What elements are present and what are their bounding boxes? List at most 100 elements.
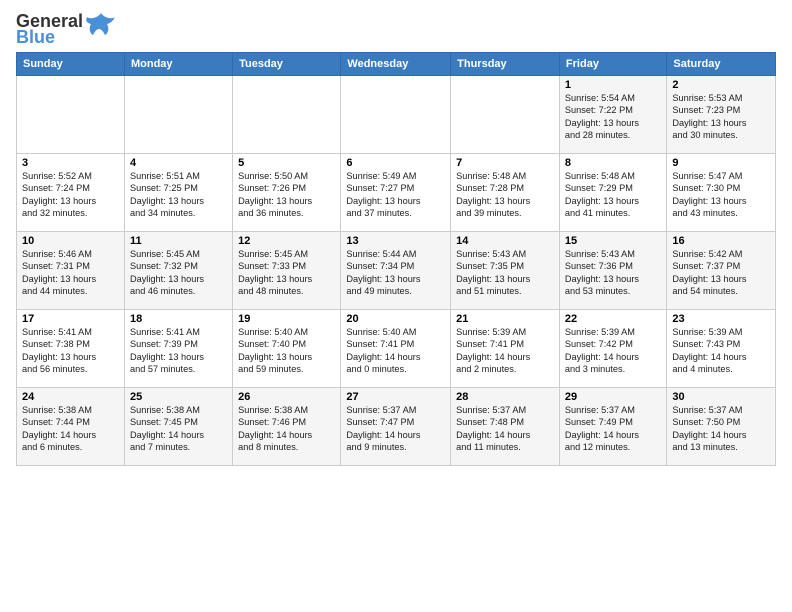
day-number: 21	[456, 313, 554, 325]
day-number: 4	[130, 157, 227, 169]
day-detail: Sunrise: 5:37 AM Sunset: 7:47 PM Dayligh…	[346, 404, 445, 454]
calendar-cell: 27Sunrise: 5:37 AM Sunset: 7:47 PM Dayli…	[341, 388, 451, 466]
calendar-cell: 18Sunrise: 5:41 AM Sunset: 7:39 PM Dayli…	[124, 310, 232, 388]
day-number: 28	[456, 391, 554, 403]
day-detail: Sunrise: 5:40 AM Sunset: 7:41 PM Dayligh…	[346, 326, 445, 376]
day-number: 8	[565, 157, 661, 169]
day-detail: Sunrise: 5:49 AM Sunset: 7:27 PM Dayligh…	[346, 170, 445, 220]
day-number: 29	[565, 391, 661, 403]
calendar-cell: 30Sunrise: 5:37 AM Sunset: 7:50 PM Dayli…	[667, 388, 776, 466]
calendar-cell: 8Sunrise: 5:48 AM Sunset: 7:29 PM Daylig…	[559, 154, 666, 232]
calendar-week-1: 1Sunrise: 5:54 AM Sunset: 7:22 PM Daylig…	[17, 76, 776, 154]
weekday-header-thursday: Thursday	[451, 53, 560, 76]
day-number: 17	[22, 313, 119, 325]
day-detail: Sunrise: 5:44 AM Sunset: 7:34 PM Dayligh…	[346, 248, 445, 298]
day-detail: Sunrise: 5:40 AM Sunset: 7:40 PM Dayligh…	[238, 326, 335, 376]
day-number: 13	[346, 235, 445, 247]
calendar-cell	[451, 76, 560, 154]
day-detail: Sunrise: 5:39 AM Sunset: 7:42 PM Dayligh…	[565, 326, 661, 376]
day-number: 15	[565, 235, 661, 247]
day-detail: Sunrise: 5:52 AM Sunset: 7:24 PM Dayligh…	[22, 170, 119, 220]
day-detail: Sunrise: 5:54 AM Sunset: 7:22 PM Dayligh…	[565, 92, 661, 142]
calendar-cell: 9Sunrise: 5:47 AM Sunset: 7:30 PM Daylig…	[667, 154, 776, 232]
day-detail: Sunrise: 5:41 AM Sunset: 7:39 PM Dayligh…	[130, 326, 227, 376]
day-detail: Sunrise: 5:38 AM Sunset: 7:46 PM Dayligh…	[238, 404, 335, 454]
day-number: 1	[565, 79, 661, 91]
calendar-cell: 2Sunrise: 5:53 AM Sunset: 7:23 PM Daylig…	[667, 76, 776, 154]
day-number: 7	[456, 157, 554, 169]
day-number: 25	[130, 391, 227, 403]
day-detail: Sunrise: 5:46 AM Sunset: 7:31 PM Dayligh…	[22, 248, 119, 298]
day-number: 22	[565, 313, 661, 325]
day-detail: Sunrise: 5:48 AM Sunset: 7:29 PM Dayligh…	[565, 170, 661, 220]
calendar-cell: 26Sunrise: 5:38 AM Sunset: 7:46 PM Dayli…	[233, 388, 341, 466]
calendar-cell: 5Sunrise: 5:50 AM Sunset: 7:26 PM Daylig…	[233, 154, 341, 232]
day-detail: Sunrise: 5:37 AM Sunset: 7:49 PM Dayligh…	[565, 404, 661, 454]
day-detail: Sunrise: 5:39 AM Sunset: 7:43 PM Dayligh…	[672, 326, 770, 376]
day-detail: Sunrise: 5:53 AM Sunset: 7:23 PM Dayligh…	[672, 92, 770, 142]
calendar-cell: 22Sunrise: 5:39 AM Sunset: 7:42 PM Dayli…	[559, 310, 666, 388]
day-detail: Sunrise: 5:45 AM Sunset: 7:33 PM Dayligh…	[238, 248, 335, 298]
day-number: 23	[672, 313, 770, 325]
day-detail: Sunrise: 5:43 AM Sunset: 7:36 PM Dayligh…	[565, 248, 661, 298]
calendar-cell: 3Sunrise: 5:52 AM Sunset: 7:24 PM Daylig…	[17, 154, 125, 232]
calendar-week-3: 10Sunrise: 5:46 AM Sunset: 7:31 PM Dayli…	[17, 232, 776, 310]
day-number: 14	[456, 235, 554, 247]
calendar-cell: 29Sunrise: 5:37 AM Sunset: 7:49 PM Dayli…	[559, 388, 666, 466]
calendar-table: SundayMondayTuesdayWednesdayThursdayFrid…	[16, 52, 776, 466]
calendar-cell: 25Sunrise: 5:38 AM Sunset: 7:45 PM Dayli…	[124, 388, 232, 466]
day-number: 3	[22, 157, 119, 169]
calendar-cell: 4Sunrise: 5:51 AM Sunset: 7:25 PM Daylig…	[124, 154, 232, 232]
logo: General Blue	[16, 12, 117, 46]
calendar-cell: 17Sunrise: 5:41 AM Sunset: 7:38 PM Dayli…	[17, 310, 125, 388]
calendar-cell: 19Sunrise: 5:40 AM Sunset: 7:40 PM Dayli…	[233, 310, 341, 388]
day-detail: Sunrise: 5:43 AM Sunset: 7:35 PM Dayligh…	[456, 248, 554, 298]
calendar-cell: 21Sunrise: 5:39 AM Sunset: 7:41 PM Dayli…	[451, 310, 560, 388]
day-number: 20	[346, 313, 445, 325]
calendar-cell: 15Sunrise: 5:43 AM Sunset: 7:36 PM Dayli…	[559, 232, 666, 310]
calendar-cell: 12Sunrise: 5:45 AM Sunset: 7:33 PM Dayli…	[233, 232, 341, 310]
weekday-header-sunday: Sunday	[17, 53, 125, 76]
day-number: 16	[672, 235, 770, 247]
calendar-cell	[17, 76, 125, 154]
calendar-week-5: 24Sunrise: 5:38 AM Sunset: 7:44 PM Dayli…	[17, 388, 776, 466]
day-number: 10	[22, 235, 119, 247]
weekday-header-wednesday: Wednesday	[341, 53, 451, 76]
day-detail: Sunrise: 5:47 AM Sunset: 7:30 PM Dayligh…	[672, 170, 770, 220]
calendar-cell	[233, 76, 341, 154]
day-number: 18	[130, 313, 227, 325]
page: General Blue SundayMondayTuesdayWednesda…	[0, 0, 792, 612]
calendar-cell: 23Sunrise: 5:39 AM Sunset: 7:43 PM Dayli…	[667, 310, 776, 388]
calendar-cell: 24Sunrise: 5:38 AM Sunset: 7:44 PM Dayli…	[17, 388, 125, 466]
calendar-cell: 14Sunrise: 5:43 AM Sunset: 7:35 PM Dayli…	[451, 232, 560, 310]
day-detail: Sunrise: 5:48 AM Sunset: 7:28 PM Dayligh…	[456, 170, 554, 220]
weekday-header-row: SundayMondayTuesdayWednesdayThursdayFrid…	[17, 53, 776, 76]
day-number: 11	[130, 235, 227, 247]
weekday-header-tuesday: Tuesday	[233, 53, 341, 76]
day-detail: Sunrise: 5:41 AM Sunset: 7:38 PM Dayligh…	[22, 326, 119, 376]
calendar-cell: 28Sunrise: 5:37 AM Sunset: 7:48 PM Dayli…	[451, 388, 560, 466]
calendar-cell: 1Sunrise: 5:54 AM Sunset: 7:22 PM Daylig…	[559, 76, 666, 154]
calendar-cell: 7Sunrise: 5:48 AM Sunset: 7:28 PM Daylig…	[451, 154, 560, 232]
weekday-header-monday: Monday	[124, 53, 232, 76]
day-number: 12	[238, 235, 335, 247]
calendar-cell: 6Sunrise: 5:49 AM Sunset: 7:27 PM Daylig…	[341, 154, 451, 232]
day-detail: Sunrise: 5:51 AM Sunset: 7:25 PM Dayligh…	[130, 170, 227, 220]
day-detail: Sunrise: 5:42 AM Sunset: 7:37 PM Dayligh…	[672, 248, 770, 298]
day-number: 30	[672, 391, 770, 403]
calendar-cell: 13Sunrise: 5:44 AM Sunset: 7:34 PM Dayli…	[341, 232, 451, 310]
calendar-cell: 10Sunrise: 5:46 AM Sunset: 7:31 PM Dayli…	[17, 232, 125, 310]
day-number: 2	[672, 79, 770, 91]
day-detail: Sunrise: 5:38 AM Sunset: 7:45 PM Dayligh…	[130, 404, 227, 454]
day-detail: Sunrise: 5:37 AM Sunset: 7:48 PM Dayligh…	[456, 404, 554, 454]
calendar-cell	[124, 76, 232, 154]
calendar-cell: 20Sunrise: 5:40 AM Sunset: 7:41 PM Dayli…	[341, 310, 451, 388]
day-number: 9	[672, 157, 770, 169]
day-number: 6	[346, 157, 445, 169]
calendar-cell	[341, 76, 451, 154]
weekday-header-friday: Friday	[559, 53, 666, 76]
day-detail: Sunrise: 5:37 AM Sunset: 7:50 PM Dayligh…	[672, 404, 770, 454]
day-number: 26	[238, 391, 335, 403]
logo-bird-icon	[85, 11, 117, 43]
day-number: 19	[238, 313, 335, 325]
